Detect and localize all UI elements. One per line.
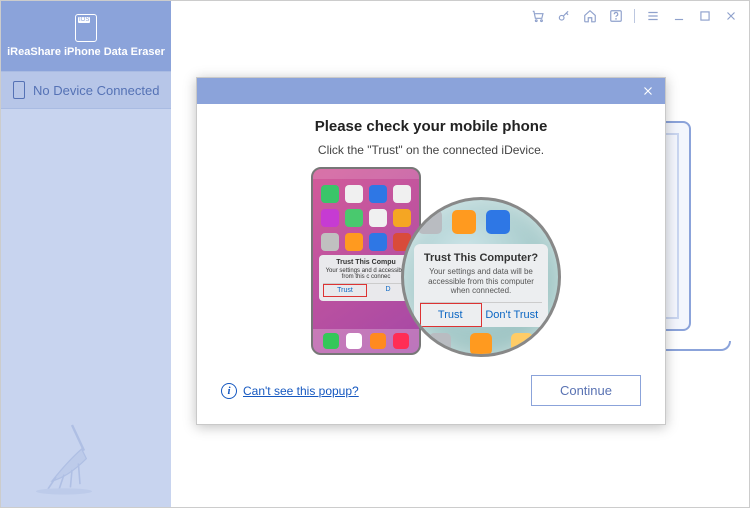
broom-illustration-icon <box>19 417 109 497</box>
cart-icon[interactable] <box>530 8 546 24</box>
info-icon: i <box>221 383 237 399</box>
phone-icon <box>13 81 25 99</box>
iphone-alert-big: Trust This Computer? Your settings and d… <box>414 244 548 327</box>
app-icon <box>486 210 510 234</box>
brand-box: iReaShare iPhone Data Eraser <box>1 1 171 71</box>
maximize-icon[interactable] <box>697 8 713 24</box>
modal-footer: i Can't see this popup? Continue <box>197 375 665 406</box>
modal-header <box>197 78 665 104</box>
app-icon <box>393 333 409 349</box>
trust-illustration: Trust This Compu Your settings and d acc… <box>281 167 581 357</box>
alert-text: Your settings and data will be accessibl… <box>420 267 542 296</box>
trust-button: Trust <box>420 303 482 327</box>
app-icon <box>321 209 339 227</box>
cant-see-popup-link[interactable]: Can't see this popup? <box>243 384 359 398</box>
device-status: No Device Connected <box>1 71 171 109</box>
app-icon <box>429 333 451 355</box>
modal-body: Please check your mobile phone Click the… <box>197 104 665 357</box>
app-icon <box>370 333 386 349</box>
titlebar-separator <box>634 9 635 23</box>
app-icon <box>393 185 411 203</box>
menu-icon[interactable] <box>645 8 661 24</box>
app-icon <box>393 209 411 227</box>
app-icon <box>452 210 476 234</box>
modal-subtitle: Click the "Trust" on the connected iDevi… <box>221 143 641 157</box>
dont-trust-button: Don't Trust <box>482 303 543 327</box>
help-icon[interactable] <box>608 8 624 24</box>
app-icon <box>345 209 363 227</box>
modal-title: Please check your mobile phone <box>221 118 641 135</box>
app-icon <box>511 333 533 355</box>
brand-text: iReaShare iPhone Data Eraser <box>7 46 165 58</box>
app-icon <box>323 333 339 349</box>
iphone-alert-small: Trust This Compu Your settings and d acc… <box>319 255 413 301</box>
device-status-label: No Device Connected <box>33 83 159 98</box>
app-icon <box>369 185 387 203</box>
app-icon <box>321 185 339 203</box>
app-icon <box>369 209 387 227</box>
app-icon <box>470 333 492 355</box>
sidebar: iReaShare iPhone Data Eraser No Device C… <box>1 1 171 507</box>
continue-button[interactable]: Continue <box>531 375 641 406</box>
info-link-group: i Can't see this popup? <box>221 383 359 399</box>
minimize-icon[interactable] <box>671 8 687 24</box>
key-icon[interactable] <box>556 8 572 24</box>
app-icon <box>321 233 339 251</box>
app-icon <box>345 233 363 251</box>
app-icon <box>345 185 363 203</box>
close-window-icon[interactable] <box>723 8 739 24</box>
magnifier: Trust This Computer? Your settings and d… <box>401 197 561 357</box>
modal-close-button[interactable] <box>639 82 657 100</box>
home-icon[interactable] <box>582 8 598 24</box>
app-icon <box>418 210 442 234</box>
app-icon <box>346 333 362 349</box>
alert-title: Trust This Computer? <box>420 252 542 264</box>
brand-logo-icon <box>75 14 97 42</box>
trust-modal: Please check your mobile phone Click the… <box>196 77 666 425</box>
app-icon <box>369 233 387 251</box>
